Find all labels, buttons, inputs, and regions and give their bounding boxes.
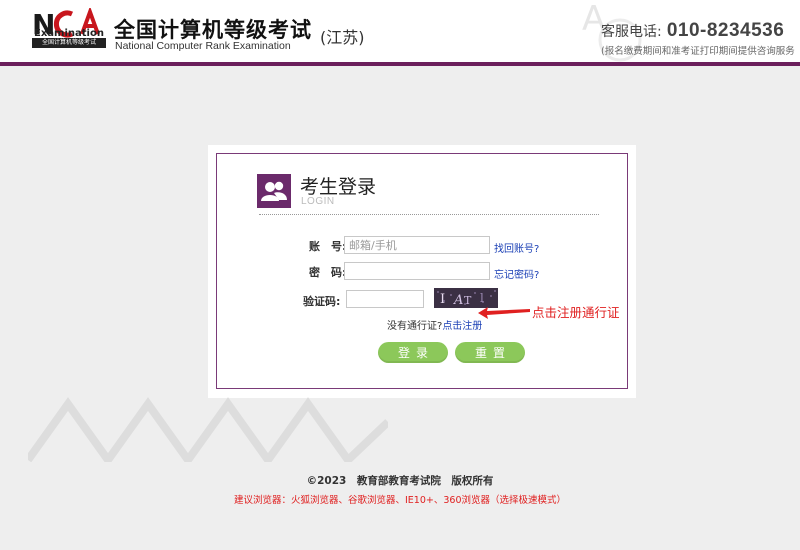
svg-text:A: A xyxy=(453,293,463,308)
hotline-note: (报名缴费期间和准考证打印期间提供咨询服务 xyxy=(601,46,795,57)
forgot-password-link[interactable]: 忘记密码? xyxy=(494,266,539,281)
background-mountains-icon xyxy=(28,397,388,462)
no-pass-text: 没有通行证? xyxy=(387,321,443,332)
login-title: 考生登录 xyxy=(300,176,377,198)
logo-subtitle: 全国计算机等级考试 xyxy=(32,38,106,48)
site-title-english: National Computer Rank Examination xyxy=(115,40,291,52)
login-button[interactable]: 登录 xyxy=(378,342,448,363)
password-input[interactable] xyxy=(344,262,490,280)
login-form: 考生登录 LOGIN 账 号: 找回账号? 密 码: 忘记密码? 验证码: I … xyxy=(216,153,628,389)
captcha-label: 验证码: xyxy=(303,295,341,308)
svg-text:I: I xyxy=(440,292,445,307)
footer-copyright: ©2023 教育部教育考试院 版权所有 xyxy=(306,475,494,487)
register-prompt: 没有通行证?点击注册 xyxy=(387,317,482,332)
register-link[interactable]: 点击注册 xyxy=(442,321,482,332)
annotation-arrow-icon xyxy=(478,307,530,319)
account-label: 账 号: xyxy=(309,240,347,253)
login-subtitle: LOGIN xyxy=(301,196,335,207)
users-icon xyxy=(257,174,291,208)
title-divider xyxy=(259,214,599,215)
hotline: 客服电话: 010-8234536 xyxy=(601,20,784,42)
site-header: A N Examination 全国计算机等级考试 全国计算机等级考试 Nati… xyxy=(0,0,800,66)
region-label: (江苏) xyxy=(320,28,365,47)
hotline-number: 010-8234536 xyxy=(666,20,785,41)
reset-button[interactable]: 重置 xyxy=(455,342,525,363)
annotation-text: 点击注册通行证 xyxy=(532,305,620,320)
footer-browser-tip: 建议浏览器：火狐浏览器、谷歌浏览器、IE10+、360浏览器（选择极速模式） xyxy=(234,495,566,506)
find-account-link[interactable]: 找回账号? xyxy=(494,240,539,255)
svg-text:T: T xyxy=(464,294,472,307)
ncre-logo: N Examination 全国计算机等级考试 xyxy=(32,6,106,52)
captcha-input[interactable] xyxy=(346,290,424,308)
password-label: 密 码: xyxy=(309,266,347,279)
hotline-label: 客服电话: xyxy=(601,24,662,40)
account-input[interactable] xyxy=(344,236,490,254)
login-panel: 考生登录 LOGIN 账 号: 找回账号? 密 码: 忘记密码? 验证码: I … xyxy=(208,145,636,398)
